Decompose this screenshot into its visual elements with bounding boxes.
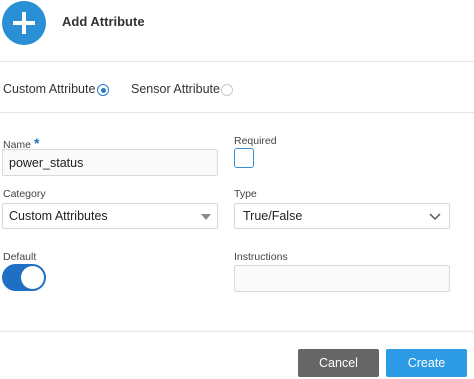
category-select-value: Custom Attributes: [9, 209, 108, 223]
type-select-value: True/False: [243, 209, 303, 223]
sensor-attribute-label[interactable]: Sensor Attribute: [131, 82, 220, 96]
custom-attribute-radio[interactable]: [97, 84, 109, 96]
name-input-value: power_status: [9, 155, 84, 170]
custom-attribute-label[interactable]: Custom Attribute: [3, 82, 95, 96]
footer-divider: [0, 331, 474, 332]
header-divider: [0, 61, 474, 62]
name-input[interactable]: power_status: [2, 149, 218, 176]
type-label: Type: [234, 188, 257, 200]
dialog-title: Add Attribute: [62, 14, 145, 29]
add-attribute-icon-button: [2, 1, 46, 45]
cancel-button[interactable]: Cancel: [298, 349, 379, 377]
sensor-attribute-radio[interactable]: [221, 84, 233, 96]
instructions-input[interactable]: [234, 265, 450, 292]
type-select[interactable]: True/False: [234, 203, 450, 229]
toggle-knob: [21, 266, 44, 289]
category-select[interactable]: Custom Attributes: [2, 203, 218, 229]
instructions-label: Instructions: [234, 251, 288, 263]
required-checkbox[interactable]: [234, 148, 254, 168]
plus-icon: [13, 12, 35, 34]
chevron-down-icon: [429, 213, 441, 221]
type-divider: [0, 112, 474, 113]
caret-down-icon: [201, 214, 211, 220]
category-label: Category: [3, 188, 46, 200]
default-toggle[interactable]: [2, 264, 46, 291]
create-button[interactable]: Create: [386, 349, 467, 377]
required-label: Required: [234, 135, 277, 147]
default-label: Default: [3, 251, 37, 263]
